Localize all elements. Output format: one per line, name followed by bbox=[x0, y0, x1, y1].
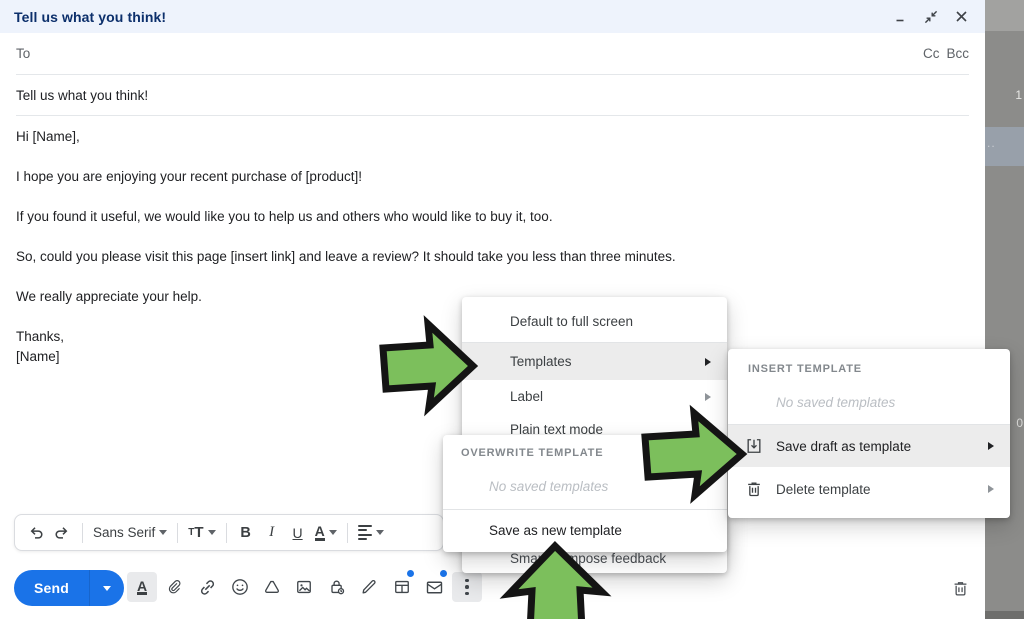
insert-photo-button[interactable] bbox=[289, 572, 319, 602]
exit-fullscreen-icon[interactable] bbox=[921, 7, 941, 27]
chevron-down-icon bbox=[159, 530, 167, 535]
chevron-down-icon bbox=[329, 530, 337, 535]
italic-button[interactable]: I bbox=[260, 519, 284, 547]
subject-text: Tell us what you think! bbox=[16, 88, 148, 103]
trash-icon bbox=[951, 579, 970, 598]
attach-file-button[interactable] bbox=[159, 572, 189, 602]
toolbar-divider bbox=[177, 523, 178, 543]
submenu-arrow-icon bbox=[988, 485, 994, 493]
no-saved-templates-label: No saved templates bbox=[776, 395, 895, 410]
menu-item-save-draft-as-template[interactable]: Save draft as template bbox=[728, 425, 1010, 467]
inbox-count-text-2: 0 bbox=[1016, 416, 1023, 430]
underline-button[interactable]: U bbox=[286, 519, 310, 547]
formatting-a-icon: A bbox=[137, 580, 147, 595]
cc-button[interactable]: Cc bbox=[923, 46, 940, 61]
body-paragraph: So, could you please visit this page [in… bbox=[16, 247, 946, 267]
paperclip-icon bbox=[164, 577, 184, 597]
link-icon bbox=[197, 577, 218, 598]
toolbar-divider bbox=[82, 523, 83, 543]
insert-signature-button[interactable] bbox=[354, 572, 384, 602]
emoji-icon bbox=[230, 577, 250, 597]
no-saved-templates-label: No saved templates bbox=[489, 479, 608, 494]
close-icon[interactable] bbox=[951, 7, 971, 27]
submenu-arrow-icon bbox=[988, 442, 994, 450]
send-button-group: Send bbox=[14, 570, 124, 606]
menu-item-label[interactable]: Label bbox=[462, 380, 727, 413]
submenu-arrow-icon bbox=[705, 358, 711, 366]
minimize-icon[interactable] bbox=[891, 7, 911, 27]
save-template-icon bbox=[744, 436, 764, 456]
layouts-button[interactable] bbox=[387, 572, 417, 602]
menu-item-templates[interactable]: Templates bbox=[462, 343, 727, 380]
font-family-select[interactable]: Sans Serif bbox=[90, 519, 170, 547]
new-feature-dot bbox=[407, 570, 414, 577]
formatting-toolbar: Sans Serif TT B I U A bbox=[14, 514, 444, 551]
recipients-field[interactable]: To Cc Bcc bbox=[16, 33, 969, 75]
formatting-options-button[interactable]: A bbox=[127, 572, 157, 602]
font-size-button[interactable]: TT bbox=[185, 519, 218, 547]
more-options-button[interactable] bbox=[452, 572, 482, 602]
trash-icon bbox=[744, 479, 764, 499]
body-paragraph: Hi [Name], bbox=[16, 127, 946, 147]
undo-icon[interactable] bbox=[23, 519, 48, 547]
to-label: To bbox=[16, 46, 30, 61]
text-color-button[interactable]: A bbox=[312, 519, 340, 547]
dimmed-inbox-background: 1 .. 0 bbox=[985, 0, 1024, 619]
compose-header: Tell us what you think! bbox=[0, 0, 985, 33]
pen-icon bbox=[359, 577, 379, 597]
vertical-dots-icon bbox=[465, 579, 469, 596]
overwrite-template-menu: OVERWRITE TEMPLATE No saved templates Sa… bbox=[443, 435, 727, 552]
body-paragraph: If you found it useful, we would like yo… bbox=[16, 207, 946, 227]
menu-item-default-full-screen[interactable]: Default to full screen bbox=[462, 303, 727, 339]
templates-submenu: INSERT TEMPLATE No saved templates Save … bbox=[728, 349, 1010, 518]
drive-icon bbox=[262, 577, 282, 597]
discard-draft-button[interactable] bbox=[946, 574, 974, 602]
chevron-down-icon bbox=[103, 586, 111, 591]
inbox-count-text: 1 bbox=[1015, 88, 1022, 102]
toolbar-divider bbox=[347, 523, 348, 543]
inbox-toolbar-remnant bbox=[985, 0, 1024, 31]
new-feature-dot bbox=[440, 570, 447, 577]
toolbar-divider bbox=[226, 523, 227, 543]
compose-title: Tell us what you think! bbox=[14, 9, 166, 25]
send-button[interactable]: Send bbox=[14, 580, 89, 596]
insert-template-header: INSERT TEMPLATE bbox=[748, 363, 862, 375]
redo-icon[interactable] bbox=[50, 519, 75, 547]
align-button[interactable] bbox=[355, 519, 387, 547]
align-left-icon bbox=[358, 525, 372, 540]
chevron-down-icon bbox=[208, 530, 216, 535]
inbox-bottom-remnant bbox=[985, 611, 1024, 619]
menu-item-save-as-new-template[interactable]: Save as new template bbox=[443, 510, 727, 551]
chevron-down-icon bbox=[376, 530, 384, 535]
layouts-icon bbox=[392, 577, 412, 597]
menu-item-delete-template[interactable]: Delete template bbox=[728, 467, 1010, 511]
screen: 1 .. 0 Tell us what you think! bbox=[0, 0, 1024, 619]
overwrite-template-header: OVERWRITE TEMPLATE bbox=[461, 447, 603, 459]
bcc-button[interactable]: Bcc bbox=[946, 46, 969, 61]
image-icon bbox=[294, 577, 314, 597]
insert-emoji-button[interactable] bbox=[225, 572, 255, 602]
envelope-icon bbox=[424, 577, 445, 598]
send-options-button[interactable] bbox=[90, 586, 124, 591]
submenu-arrow-icon bbox=[705, 393, 711, 401]
inbox-ellipsis-text: .. bbox=[987, 136, 996, 150]
subject-field[interactable]: Tell us what you think! bbox=[16, 75, 969, 116]
insert-from-drive-button[interactable] bbox=[257, 572, 287, 602]
bold-button[interactable]: B bbox=[234, 519, 258, 547]
body-paragraph: I hope you are enjoying your recent purc… bbox=[16, 167, 946, 187]
confidential-mode-button[interactable] bbox=[322, 572, 352, 602]
insert-link-button[interactable] bbox=[192, 572, 222, 602]
lock-clock-icon bbox=[327, 577, 347, 597]
